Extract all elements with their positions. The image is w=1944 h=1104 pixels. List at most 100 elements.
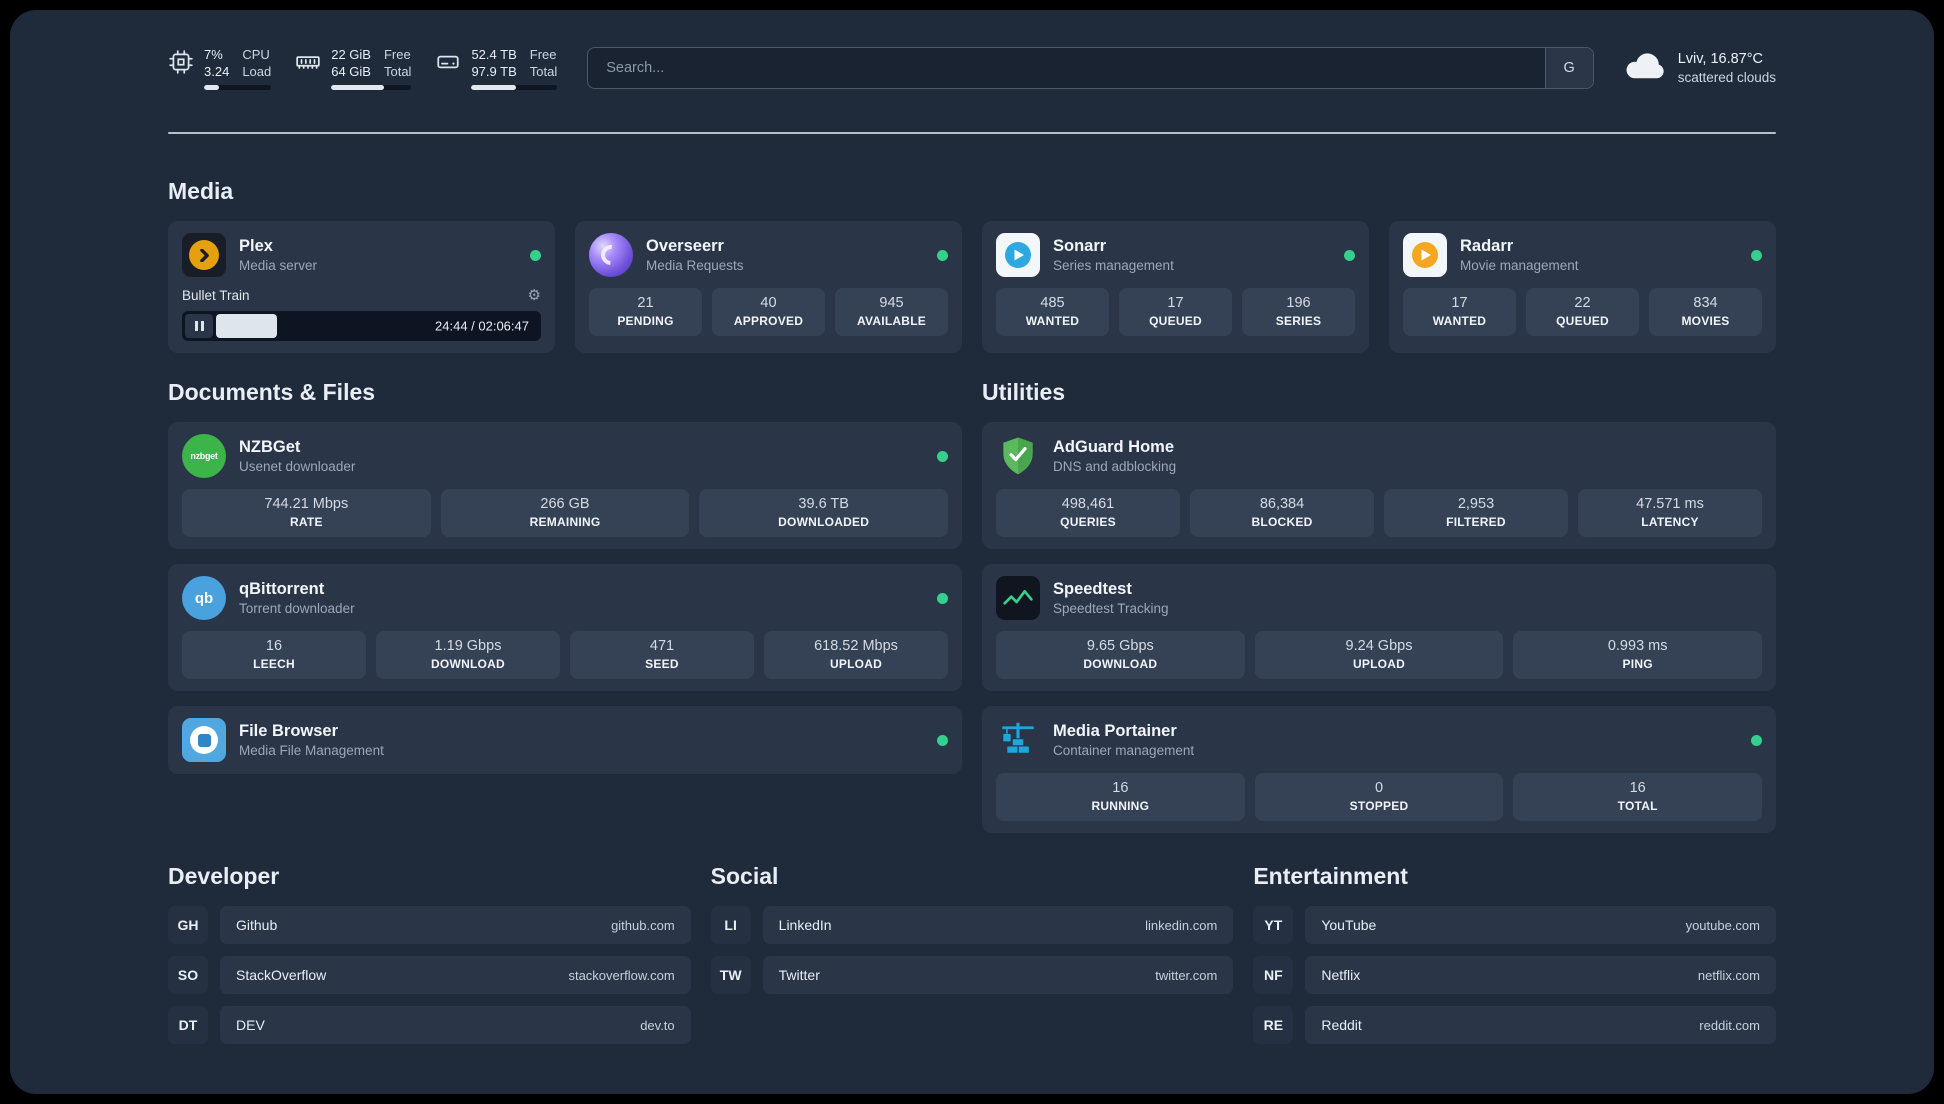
memory-icon <box>295 49 321 75</box>
search-engine-button[interactable]: G <box>1544 48 1593 89</box>
stat-tile: 17 WANTED <box>1403 288 1516 337</box>
bookmark-name: Reddit <box>1321 1017 1362 1034</box>
stat-value: 485 <box>1040 295 1065 312</box>
stat-tile: 1.19 Gbps DOWNLOAD <box>376 631 560 680</box>
stat-value: 744.21 Mbps <box>264 496 349 513</box>
stat-label: WANTED <box>1432 314 1487 329</box>
stat-value: 16 <box>265 638 283 655</box>
service-card-plex[interactable]: Plex Media server Bullet Train ⚙ 24:44 /… <box>168 221 555 354</box>
gear-icon[interactable]: ⚙ <box>528 286 541 304</box>
entertainment-section-title: Entertainment <box>1253 863 1408 890</box>
service-card-filebrowser[interactable]: File Browser Media File Management <box>168 706 962 775</box>
stat-value: 9.65 Gbps <box>1086 638 1154 655</box>
ram-free-label: Free <box>383 47 411 62</box>
disk-monitor: 52.4 TB 97.9 TB Free Total <box>435 46 558 91</box>
search-input[interactable] <box>588 48 1545 89</box>
bookmark-dev[interactable]: DT DEV dev.to <box>168 1006 691 1045</box>
bookmark-reddit[interactable]: RE Reddit reddit.com <box>1253 1006 1776 1045</box>
stat-tile: 9.24 Gbps UPLOAD <box>1254 631 1504 680</box>
bookmark-name: Netflix <box>1321 967 1361 984</box>
stat-label: QUEUED <box>1556 314 1609 329</box>
filebrowser-icon <box>182 718 226 763</box>
status-dot <box>1344 249 1355 261</box>
stat-tile: 744.21 Mbps RATE <box>182 489 431 538</box>
bookmark-url: youtube.com <box>1685 917 1760 933</box>
stat-label: LEECH <box>253 657 295 672</box>
ram-total-label: Total <box>383 64 412 80</box>
bookmark-github[interactable]: GH Github github.com <box>168 906 691 945</box>
stat-tile: 0 STOPPED <box>1254 773 1504 822</box>
service-name: Plex <box>239 237 273 256</box>
pause-icon[interactable] <box>185 314 213 339</box>
stat-tile: 485 WANTED <box>996 288 1109 337</box>
disk-total-value: 97.9 TB <box>471 64 517 80</box>
stat-label: PING <box>1622 657 1653 672</box>
playback-time: 24:44 / 02:06:47 <box>435 318 529 334</box>
service-card-qbittorrent[interactable]: qb qBittorrent Torrent downloader 16 LEE… <box>168 564 962 692</box>
stat-value: 17 <box>1451 295 1468 312</box>
stat-label: FILTERED <box>1446 515 1506 530</box>
overseerr-icon <box>589 233 633 278</box>
bookmark-name: LinkedIn <box>778 917 832 934</box>
stat-tile: 498,461 QUERIES <box>996 489 1180 538</box>
bookmark-netflix[interactable]: NF Netflix netflix.com <box>1253 956 1776 995</box>
bookmark-linkedin[interactable]: LI LinkedIn linkedin.com <box>710 906 1234 945</box>
ram-total-value: 64 GiB <box>331 64 371 80</box>
service-card-portainer[interactable]: Media Portainer Container management 16 … <box>982 706 1776 834</box>
stat-label: TOTAL <box>1617 799 1658 814</box>
service-card-sonarr[interactable]: Sonarr Series management 485 WANTED 17 Q… <box>982 221 1369 354</box>
bookmark-url: dev.to <box>640 1017 675 1033</box>
bookmark-abbr: YT <box>1253 906 1294 945</box>
stat-tile: 945 AVAILABLE <box>835 288 948 337</box>
stat-tile: 21 PENDING <box>589 288 702 337</box>
developer-section-title: Developer <box>168 863 280 890</box>
stat-tile: 196 SERIES <box>1242 288 1355 337</box>
service-card-radarr[interactable]: Radarr Movie management 17 WANTED 22 QUE… <box>1389 221 1776 354</box>
disk-free-label: Free <box>529 47 557 62</box>
bookmark-name: Twitter <box>778 967 820 984</box>
now-playing-title: Bullet Train <box>182 287 250 303</box>
weather-location: Lviv, 16.87°C <box>1677 50 1764 67</box>
stat-label: UPLOAD <box>1352 657 1406 672</box>
bookmark-abbr: NF <box>1253 956 1294 995</box>
adguard-icon <box>996 434 1040 478</box>
cpu-usage-bar <box>204 85 272 91</box>
disk-total-label: Total <box>529 64 558 80</box>
section-developer: Developer GH Github github.com SO StackO… <box>168 863 691 1056</box>
service-name: Sonarr <box>1053 237 1107 256</box>
qbittorrent-icon: qb <box>182 576 226 621</box>
bookmark-url: reddit.com <box>1699 1017 1760 1033</box>
stat-label: WANTED <box>1025 314 1080 329</box>
stat-value: 471 <box>649 638 675 655</box>
social-section-title: Social <box>710 863 779 890</box>
stat-tile: 834 MOVIES <box>1649 288 1762 337</box>
bookmark-stackoverflow[interactable]: SO StackOverflow stackoverflow.com <box>168 956 691 995</box>
playback-progress-bar[interactable]: 24:44 / 02:06:47 <box>182 311 541 342</box>
cpu-icon <box>168 49 194 75</box>
stat-label: RUNNING <box>1091 799 1150 814</box>
service-subtitle: Torrent downloader <box>239 601 355 617</box>
status-dot <box>1751 734 1762 746</box>
stat-tile: 86,384 BLOCKED <box>1190 489 1374 538</box>
stat-tile: 47.571 ms LATENCY <box>1578 489 1762 538</box>
service-card-speedtest[interactable]: Speedtest Speedtest Tracking 9.65 Gbps D… <box>982 564 1776 692</box>
status-dot <box>937 450 948 462</box>
bookmark-youtube[interactable]: YT YouTube youtube.com <box>1253 906 1776 945</box>
bookmark-url: twitter.com <box>1155 967 1218 983</box>
service-subtitle: Movie management <box>1460 258 1579 274</box>
service-card-overseerr[interactable]: Overseerr Media Requests 21 PENDING 40 A… <box>575 221 962 354</box>
service-name: NZBGet <box>239 438 301 457</box>
service-subtitle: DNS and adblocking <box>1053 459 1177 475</box>
bookmark-twitter[interactable]: TW Twitter twitter.com <box>710 956 1234 995</box>
stat-tile: 9.65 Gbps DOWNLOAD <box>996 631 1245 680</box>
stat-label: DOWNLOAD <box>1083 657 1158 672</box>
service-card-nzbget[interactable]: nzbget NZBGet Usenet downloader 744.21 M… <box>168 422 962 550</box>
service-card-adguard[interactable]: AdGuard Home DNS and adblocking 498,461 … <box>982 422 1776 550</box>
stat-label: UPLOAD <box>829 657 883 672</box>
stat-tile: 471 SEED <box>570 631 754 680</box>
sonarr-icon <box>996 233 1040 278</box>
stat-label: LATENCY <box>1641 515 1699 530</box>
section-utilities: Utilities AdGuard Home DNS and adblockin… <box>982 379 1776 834</box>
stat-value: 47.571 ms <box>1636 496 1704 513</box>
stat-tile: 22 QUEUED <box>1526 288 1639 337</box>
